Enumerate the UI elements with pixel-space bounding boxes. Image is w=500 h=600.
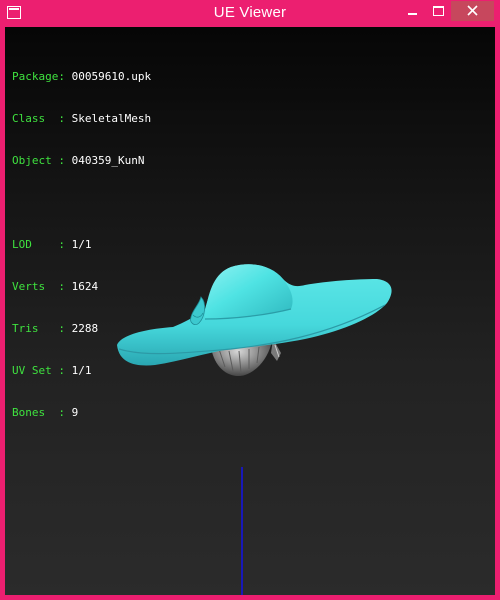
maximize-icon — [433, 6, 444, 16]
close-icon — [467, 5, 478, 16]
minimize-button[interactable] — [399, 0, 425, 21]
skeletal-mesh-render[interactable] — [5, 27, 495, 595]
close-button[interactable] — [451, 1, 494, 21]
z-axis-line — [241, 467, 243, 595]
minimize-icon — [408, 13, 417, 15]
title-bar[interactable]: UE Viewer — [0, 0, 500, 27]
maximize-button[interactable] — [425, 0, 451, 21]
app-window: UE Viewer Package: 00059610.upk Class : … — [0, 0, 500, 600]
3d-viewport[interactable]: Package: 00059610.upk Class : SkeletalMe… — [5, 27, 495, 595]
